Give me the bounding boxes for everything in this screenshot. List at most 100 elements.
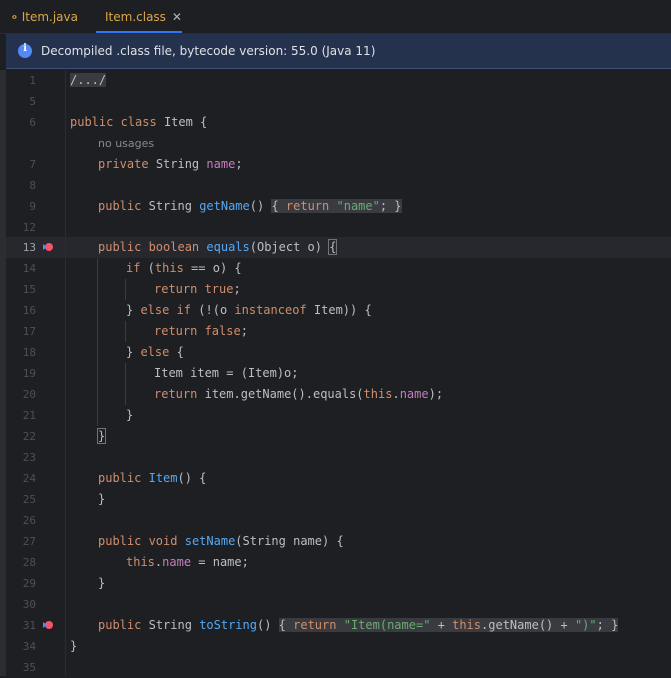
overrides-method-icon[interactable] [42,619,54,631]
line-number: 31 [22,619,36,632]
code-text: .getName() + [481,618,568,632]
folded-imports[interactable]: /.../ [70,73,107,87]
gutter-separator [65,70,66,676]
folded-body[interactable]: { return "Item(name=" + this.getName() +… [278,618,619,632]
keyword: return [293,618,337,632]
class-name: Item { [163,115,208,129]
keyword: return [285,199,330,213]
keyword: public boolean [98,240,200,254]
line-number: 6 [29,116,36,129]
field: name [399,387,429,401]
constructor-name: Item [148,471,178,485]
method-name: equals [206,240,250,254]
line-number: 29 [22,577,36,590]
params: (String name) { [235,534,344,548]
keyword: this [363,387,393,401]
line-number: 22 [22,430,36,443]
line-number: 8 [29,179,36,192]
code-line-24: public Item() { [98,471,207,485]
line-number: 7 [29,158,36,171]
code-text: item.getName().equals( [204,387,364,401]
keyword: return [154,387,198,401]
line-number: 14 [22,262,36,275]
code-line-34: } [70,639,78,653]
code-line-19: Item item = (Item)o; [154,363,299,384]
tab-label: Item.class [105,9,166,24]
text-caret [336,239,338,254]
code-line-17: return false; [154,324,248,338]
method-name: toString [199,618,257,632]
type: String [155,157,200,171]
code-line-20: return item.getName().equals(this.name); [154,387,444,401]
line-number: 1 [29,74,36,87]
code-line-6: public class Item { [70,112,207,133]
line-number: 21 [22,409,36,422]
code-line-16: } else if (!(o instanceof Item)) { [126,303,372,317]
indent-guide [125,321,126,342]
code-line-14: if (this == o) { [126,261,242,275]
tab-label: Item.java [21,9,78,24]
type: String [148,199,192,213]
indent-guide [97,258,98,426]
params: (Object o) [249,240,322,254]
keyword: instanceof [234,303,307,317]
line-number: 28 [22,556,36,569]
indent-guide [125,279,126,300]
keyword: this [154,261,184,275]
matched-brace: } [96,428,107,444]
line-number: 25 [22,493,36,506]
code-line-25: } [98,492,106,506]
banner-message: Decompiled .class file, bytecode version… [41,44,376,58]
keyword: public void [98,534,178,548]
string: "Item(name=" [343,618,431,632]
indent-guide [125,363,126,405]
keyword: private [98,157,149,171]
line-number: 34 [22,640,36,653]
keyword: else if [140,303,192,317]
keyword: public [98,471,142,485]
code-line-31: public String toString() { return "Item(… [98,618,619,632]
field: name [206,157,236,171]
code-line-7: private String name; [98,157,243,171]
keyword: return false [154,324,241,338]
close-icon[interactable]: ✕ [172,10,182,24]
tab-item-class[interactable]: Item.class ✕ [90,0,188,33]
keyword: this [126,555,155,569]
code-text: = name; [198,555,249,569]
code-line-15: return true; [154,282,241,296]
keyword: if [126,261,141,275]
line-number: 18 [22,346,36,359]
line-number: 26 [22,514,36,527]
line-number: 17 [22,325,36,338]
code-line-29: } [98,576,106,590]
code-text: (!(o [198,303,228,317]
string: "name" [336,199,380,213]
line-number: 20 [22,388,36,401]
inlay-hint: no usages [98,137,155,150]
line-number: 15 [22,283,36,296]
line-number: 9 [29,200,36,213]
code-line-9: public String getName() { return "name";… [98,199,402,213]
code-line-27: public void setName(String name) { [98,531,344,552]
overrides-method-icon[interactable] [42,241,54,253]
keyword: public [98,618,142,632]
method-name: getName [199,199,250,213]
decompiled-notification-banner: Decompiled .class file, bytecode version… [6,34,671,69]
code-text: == o) { [191,261,242,275]
keyword: public [98,199,142,213]
line-number: 23 [22,451,36,464]
tab-item-java[interactable]: Item.java [2,0,88,33]
code-text: Item item = (Item)o; [154,366,299,380]
keyword: public class [70,115,157,129]
folded-body[interactable]: { return "name"; } [271,199,402,213]
usage-hint[interactable]: no usages [98,133,154,154]
code-line-21: } [126,408,134,422]
line-number: 16 [22,304,36,317]
method-name: setName [184,534,236,548]
line-number: 19 [22,367,36,380]
line-number: 30 [22,598,36,611]
line-number: 13 [22,241,36,254]
keyword: return true [154,282,234,296]
field: name [162,555,192,569]
code-line-22: } [96,426,107,447]
